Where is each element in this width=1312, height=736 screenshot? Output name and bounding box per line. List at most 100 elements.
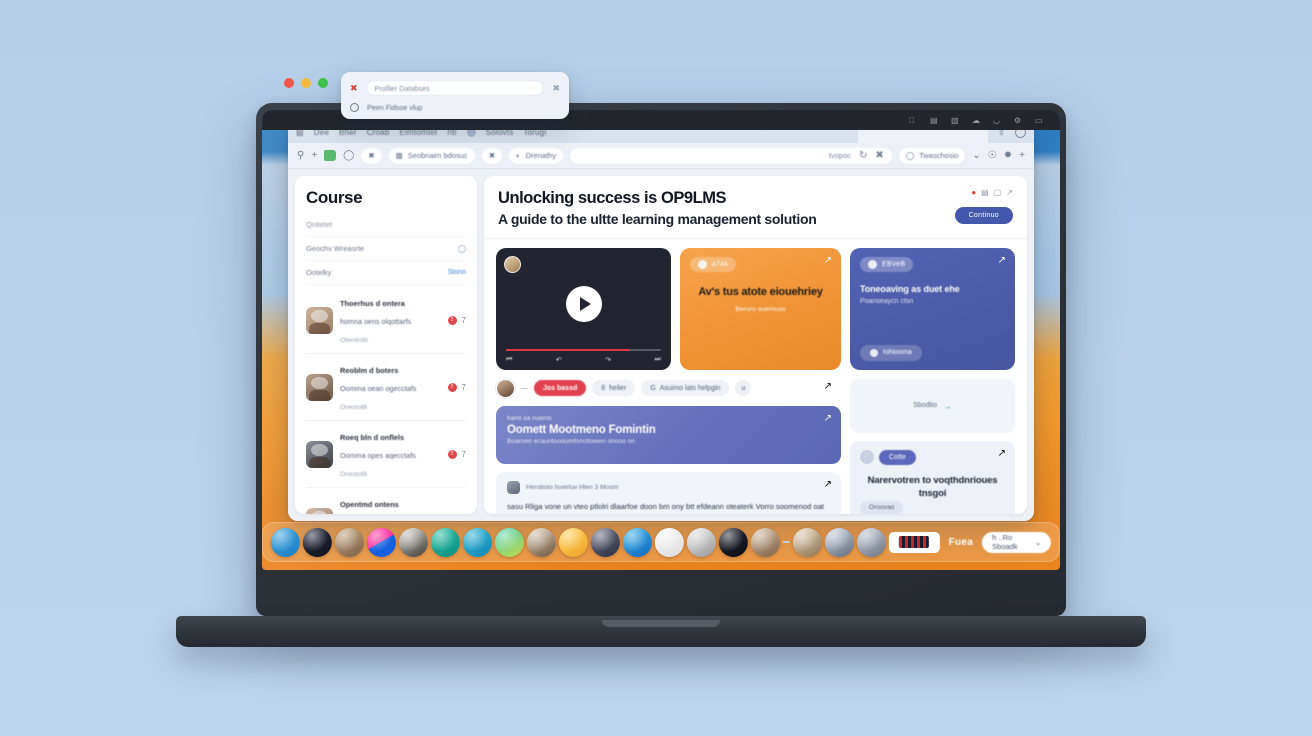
apple-icon[interactable]:  bbox=[909, 116, 918, 125]
trash-icon[interactable] bbox=[888, 531, 940, 553]
puzzle-icon: ✖ bbox=[368, 151, 375, 160]
shield-icon[interactable]: ◯ bbox=[343, 150, 354, 161]
bookmark-icon[interactable]: ▢ bbox=[994, 188, 1002, 197]
profile-chip[interactable]: ◯ Twaschosio bbox=[898, 147, 966, 164]
record-icon[interactable]: ● bbox=[971, 188, 976, 197]
wifi-icon[interactable]: ◡ bbox=[993, 116, 1002, 125]
cloud-icon[interactable]: ☁ bbox=[972, 116, 981, 125]
content-grid: ⏮ ↶ ↷ ⏭ ↗ a74s Av's tus atote eiouehriey… bbox=[484, 239, 1027, 514]
arrow-up-right-icon[interactable]: ↗ bbox=[824, 479, 832, 490]
maps-icon[interactable] bbox=[494, 527, 524, 557]
contacts-icon[interactable] bbox=[334, 527, 364, 557]
promo-banner[interactable]: ↗ hami oa nuenis Oomett Mootmeno Fominti… bbox=[496, 405, 841, 464]
list-item[interactable]: Thoerhus d ontera homna oens olqottarfs … bbox=[306, 287, 466, 354]
toolbar-chip-puzzle[interactable]: ✖ bbox=[361, 147, 382, 164]
arrow-up-right-icon[interactable]: ↗ bbox=[824, 255, 832, 266]
user-two-icon[interactable] bbox=[792, 527, 822, 557]
dialog-option-label: Peen Fidsoe vlup bbox=[367, 103, 423, 112]
orange-card[interactable]: ↗ a74s Av's tus atote eiouehriey Beroro … bbox=[680, 247, 841, 370]
search-input[interactable]: Profiler Databses bbox=[365, 80, 545, 96]
expand-icon[interactable]: ↗ bbox=[1006, 188, 1013, 197]
facetime-icon[interactable] bbox=[526, 527, 556, 557]
puzzle-icon: ✖ bbox=[350, 82, 358, 93]
extensions-icon[interactable]: ✸ bbox=[1004, 150, 1012, 161]
list-item[interactable]: Reoblm d boters Oomma oean ogecctafs One… bbox=[306, 354, 466, 421]
arrow-up-right-icon[interactable]: ↗ bbox=[998, 255, 1006, 266]
user-three-icon[interactable] bbox=[824, 527, 854, 557]
dialog-option-row[interactable]: Peen Fidsoe vlup bbox=[350, 103, 560, 112]
settings-icon[interactable] bbox=[686, 527, 716, 557]
list-item[interactable]: Roeq bln d onflels Oomma opes aqecctafs … bbox=[306, 421, 466, 488]
list-item[interactable]: Opentmd ontens homne oens Noqecclafs Obe… bbox=[306, 488, 466, 514]
zoom-button[interactable] bbox=[318, 78, 328, 88]
dock-status-pill[interactable]: h ..Ro Sboadk ⌄ bbox=[982, 531, 1052, 553]
user-avatar bbox=[504, 255, 521, 273]
messages-icon[interactable] bbox=[430, 527, 460, 557]
next-icon[interactable]: ⏭ bbox=[655, 356, 661, 364]
sidebar-subtitle: Qnitetet bbox=[306, 220, 466, 237]
account-icon[interactable]: ☉ bbox=[988, 150, 997, 161]
share-icon[interactable]: ▤ bbox=[981, 188, 989, 197]
notes-icon[interactable] bbox=[558, 527, 588, 557]
grid-icon: ▦ bbox=[395, 151, 403, 160]
arrow-up-right-icon[interactable]: ↗ bbox=[998, 448, 1006, 459]
address-bar[interactable]: tvopoc ↻ ✖ bbox=[570, 147, 892, 164]
chevron-down-icon[interactable]: ⌄ bbox=[972, 150, 980, 161]
clock-icon[interactable]: ▭ bbox=[1035, 116, 1044, 125]
music-icon[interactable] bbox=[590, 527, 620, 557]
record-icon[interactable] bbox=[856, 527, 886, 557]
camera-icon[interactable] bbox=[398, 527, 428, 557]
extension-icon: ◐ bbox=[516, 151, 521, 160]
toolbar-chip-close[interactable]: ✖ bbox=[481, 147, 503, 164]
display-icon[interactable]: ▧ bbox=[951, 116, 960, 125]
note-card[interactable]: ↗ Heroboio Isverluv Hlen 3 Moom sasu Rli… bbox=[496, 471, 841, 514]
play-button[interactable] bbox=[565, 286, 602, 323]
safari-icon[interactable] bbox=[622, 527, 652, 557]
sidebar-row-filter[interactable]: Geochv Wreasrte bbox=[306, 237, 466, 261]
note-author: Heroboio Isverluv Hlen 3 Moom bbox=[526, 483, 619, 491]
main-panel: Unlocking success is OP9LMS A guide to t… bbox=[484, 176, 1027, 514]
close-icon[interactable]: ✖ bbox=[875, 150, 883, 161]
radio-icon[interactable] bbox=[350, 103, 359, 112]
pill-primary[interactable]: Jos bassd bbox=[534, 380, 587, 397]
pill-secondary[interactable]: 8 helier bbox=[592, 380, 636, 397]
sidebar-row-catalog-link[interactable]: Stonn bbox=[448, 269, 466, 276]
terminal-icon[interactable] bbox=[718, 527, 748, 557]
search-icon[interactable]: ⚲ bbox=[297, 150, 304, 161]
rewind-icon[interactable]: ↶ bbox=[556, 356, 562, 364]
finder-icon[interactable] bbox=[270, 527, 300, 557]
photos-icon[interactable] bbox=[366, 527, 396, 557]
user-one-icon[interactable] bbox=[750, 527, 780, 557]
purple-card[interactable]: ↗ EBVeB Toneoaving as duet ehe Poanseayc… bbox=[850, 247, 1015, 370]
plus-icon[interactable]: + bbox=[311, 150, 317, 161]
pill-more[interactable]: u bbox=[735, 380, 752, 397]
orange-card-chip-label: a74s bbox=[712, 260, 728, 268]
continue-button[interactable]: Continuo bbox=[954, 207, 1013, 224]
pill-tertiary[interactable]: G Asuimo lats helpgin bbox=[641, 380, 730, 397]
leaf-icon[interactable] bbox=[324, 150, 337, 161]
toolbar-chip-extension[interactable]: ◐ Drenathy bbox=[509, 147, 564, 164]
close-button[interactable] bbox=[284, 78, 294, 88]
purple-card-button[interactable]: Iohiooma bbox=[860, 344, 922, 361]
mini-card[interactable]: Sbodtio → bbox=[850, 378, 1015, 433]
side-panel-card[interactable]: ↗ Cotte Narervotren to voqthdnrioues tns… bbox=[850, 440, 1015, 514]
minimize-button[interactable] bbox=[301, 78, 311, 88]
battery-icon[interactable]: ▤ bbox=[930, 116, 939, 125]
panel-chip[interactable]: Cotte bbox=[879, 449, 916, 465]
launchpad-icon[interactable] bbox=[302, 527, 332, 557]
arrow-up-right-icon[interactable]: ↗ bbox=[824, 381, 832, 392]
video-card[interactable]: ⏮ ↶ ↷ ⏭ bbox=[496, 247, 671, 370]
mail-icon[interactable] bbox=[462, 527, 492, 557]
plus-icon[interactable]: + bbox=[1019, 150, 1025, 161]
close-icon[interactable]: ✖ bbox=[552, 83, 560, 94]
toolbar-chip-bookmark[interactable]: ▦ Seobnaim bdosuc bbox=[388, 147, 475, 164]
sidebar-row-catalog[interactable]: Ootelky Stonn bbox=[306, 261, 466, 285]
banner-kicker: hami oa nuenis bbox=[507, 414, 552, 422]
calendar-icon[interactable] bbox=[654, 527, 684, 557]
panel-tag[interactable]: Oroovao bbox=[860, 500, 904, 514]
control-center-icon[interactable]: ⚙ bbox=[1014, 116, 1023, 125]
prev-icon[interactable]: ⏮ bbox=[506, 356, 512, 364]
forward-icon[interactable]: ↷ bbox=[605, 356, 611, 364]
video-progress-bar[interactable] bbox=[506, 348, 661, 351]
reload-icon[interactable]: ↻ bbox=[859, 150, 867, 161]
